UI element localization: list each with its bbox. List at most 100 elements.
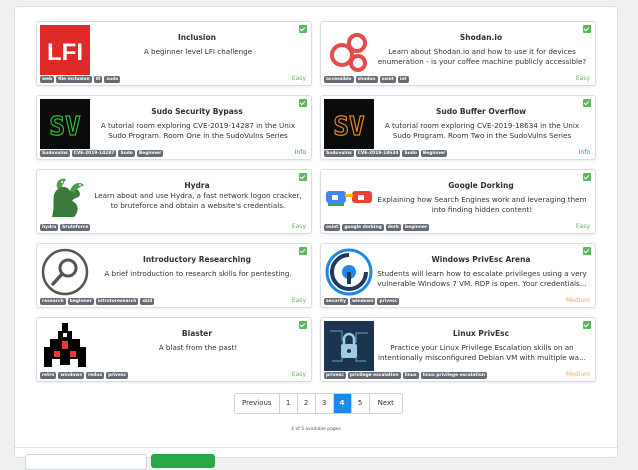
tag[interactable]: Sudovulns xyxy=(324,150,354,157)
room-tags: web file inclusion lfi sudo xyxy=(40,76,121,83)
room-title: Google Dorking xyxy=(448,181,514,190)
tag[interactable]: osint xyxy=(379,76,396,83)
difficulty-label: Easy xyxy=(291,75,306,82)
tag[interactable]: security xyxy=(324,298,348,305)
room-title: Sudo Buffer Overflow xyxy=(435,107,527,116)
sudovulns-logo-icon: SV xyxy=(40,99,90,149)
tag[interactable]: osint xyxy=(324,224,341,231)
completed-check-icon xyxy=(299,321,307,329)
room-card[interactable]: Hydra Learn about and use Hydra, a fast … xyxy=(36,169,312,234)
tag[interactable]: file inclusion xyxy=(56,76,92,83)
room-card[interactable]: Blaster A blast from the past! retro win… xyxy=(36,317,312,382)
page-5-button[interactable]: 5 xyxy=(350,394,369,413)
tag[interactable]: Sudo xyxy=(118,150,135,157)
tag[interactable]: beginner xyxy=(402,224,430,231)
room-description: A blast from the past! xyxy=(158,343,238,352)
page-1-button[interactable]: 1 xyxy=(278,394,297,413)
tag[interactable]: skill xyxy=(140,298,155,305)
tag[interactable]: privesc xyxy=(106,372,129,379)
tag[interactable]: linux xyxy=(402,372,419,379)
page-4-button[interactable]: 4 xyxy=(332,394,351,413)
tag[interactable]: dork xyxy=(385,224,401,231)
difficulty-label: Medium xyxy=(566,371,590,378)
hydra-dragon-icon xyxy=(40,173,90,223)
room-description: Explaining how Search Engines work and l… xyxy=(377,195,587,214)
tag[interactable]: windows xyxy=(349,298,376,305)
room-card[interactable]: SV Sudo Security Bypass A tutorial room … xyxy=(36,95,312,160)
room-tags: security windows privesc xyxy=(324,298,400,305)
tag[interactable]: CVE-2019-14287 xyxy=(71,150,117,157)
lfi-logo-icon: LFI xyxy=(40,25,90,75)
tag[interactable]: accessible xyxy=(324,76,354,83)
completed-check-icon xyxy=(299,99,307,107)
primary-button[interactable] xyxy=(151,454,215,468)
room-tags: Sudovulns CVE-2019-18634 Sudo Beginner xyxy=(324,150,448,157)
difficulty-label: Info xyxy=(578,149,590,156)
room-tags: privesc privilege escalation linux linux… xyxy=(324,372,487,379)
pagination-info: 4 of 5 available pages xyxy=(291,427,341,432)
tag[interactable]: lfi xyxy=(93,76,103,83)
tag[interactable]: Sudovulns xyxy=(40,150,70,157)
room-card[interactable]: LFI Inclusion A beginner level LFI chall… xyxy=(36,21,312,86)
room-card[interactable]: SV Sudo Buffer Overflow A tutorial room … xyxy=(320,95,596,160)
tag[interactable]: CVE-2019-18634 xyxy=(355,150,401,157)
secondary-button[interactable] xyxy=(25,454,147,470)
tag[interactable]: Sudo xyxy=(402,150,419,157)
tag[interactable]: introtoresearch xyxy=(95,298,139,305)
room-description: A tutorial room exploring CVE-2019-14287… xyxy=(100,121,296,140)
room-card[interactable]: Google Dorking Explaining how Search Eng… xyxy=(320,169,596,234)
next-page-button[interactable]: Next xyxy=(368,394,402,413)
tag[interactable]: shodan xyxy=(355,76,378,83)
tag[interactable]: privesc xyxy=(324,372,346,379)
difficulty-label: Easy xyxy=(291,371,306,378)
room-title: Inclusion xyxy=(177,33,216,42)
completed-check-icon xyxy=(583,173,591,181)
tag[interactable]: sudo xyxy=(104,76,121,83)
shodan-logo-icon xyxy=(324,25,374,75)
tag[interactable]: web xyxy=(40,76,55,83)
tag[interactable]: windows xyxy=(58,372,84,379)
previous-page-button[interactable]: Previous xyxy=(235,394,279,413)
svg-text:SV: SV xyxy=(333,112,364,142)
tag[interactable]: Beginner xyxy=(420,150,448,157)
room-title: Blaster xyxy=(181,329,213,338)
page-2-button[interactable]: 2 xyxy=(296,394,315,413)
difficulty-label: Medium xyxy=(566,297,590,304)
room-tags: accessible shodan osint iot xyxy=(324,76,409,83)
room-tags: research beginner introtoresearch skill xyxy=(40,298,155,305)
completed-check-icon xyxy=(583,99,591,107)
room-tags: osint google dorking dork beginner xyxy=(324,224,430,231)
tag[interactable]: privilege escalation xyxy=(347,372,401,379)
completed-check-icon xyxy=(583,247,591,255)
room-card[interactable]: Shodan.io Learn about Shodan.io and how … xyxy=(320,21,596,86)
page-3-button[interactable]: 3 xyxy=(314,394,333,413)
tag[interactable]: retro xyxy=(40,372,57,379)
room-title: Linux PrivEsc xyxy=(452,329,510,338)
room-title: Windows PrivEsc Arena xyxy=(431,255,531,264)
room-title: Shodan.io xyxy=(459,33,503,42)
room-card[interactable]: Windows PrivEsc Arena Students will lear… xyxy=(320,243,596,308)
tag[interactable]: beginner xyxy=(67,298,94,305)
room-card[interactable]: Linux PrivEsc Practice your Linux Privil… xyxy=(320,317,596,382)
tag[interactable]: bruteforce xyxy=(60,224,91,231)
tag[interactable]: Beginner xyxy=(136,150,164,157)
blaster-ship-icon xyxy=(40,321,90,371)
tag[interactable]: privesc xyxy=(377,298,400,305)
room-title: Introductory Researching xyxy=(143,255,251,264)
divider xyxy=(15,447,617,448)
tag[interactable]: iot xyxy=(397,76,409,83)
room-card[interactable]: Introductory Researching A brief introdu… xyxy=(36,243,312,308)
tag[interactable]: linux privilege escalation xyxy=(420,372,487,379)
difficulty-label: Easy xyxy=(575,223,590,230)
room-description: Learn about Shodan.io and how to use it … xyxy=(377,47,587,66)
room-description: A brief introduction to research skills … xyxy=(104,269,292,278)
tag[interactable]: google dorking xyxy=(342,224,384,231)
tag[interactable]: research xyxy=(40,298,66,305)
windows-privesc-logo-icon xyxy=(324,247,374,297)
tag[interactable]: hydra xyxy=(40,224,59,231)
completed-check-icon xyxy=(299,173,307,181)
room-description: Learn about and use Hydra, a fast networ… xyxy=(94,191,302,210)
difficulty-label: Easy xyxy=(291,223,306,230)
room-description: Students will learn how to escalate priv… xyxy=(377,269,587,288)
tag[interactable]: redux xyxy=(85,372,105,379)
